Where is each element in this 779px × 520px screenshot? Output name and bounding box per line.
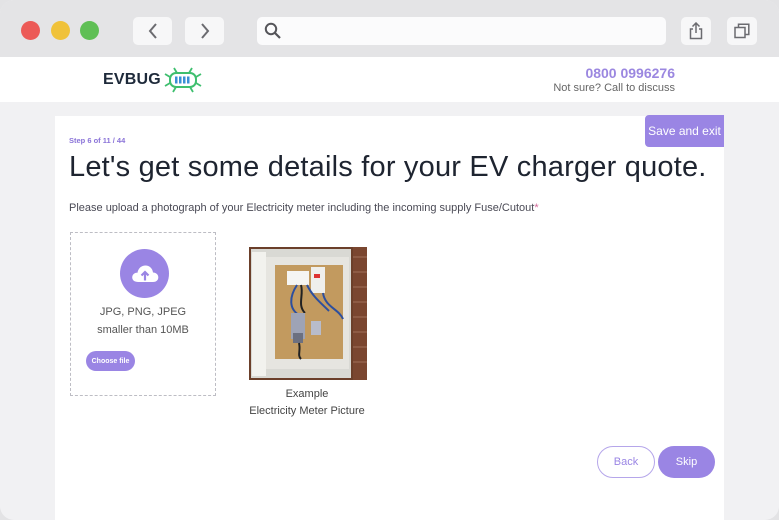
chevron-left-icon [148,23,157,39]
example-caption-line1: Example [285,388,329,400]
required-marker: * [534,202,539,214]
logo-text: EVBUG [103,71,161,88]
upload-instruction: Please upload a photograph of your Elect… [69,202,539,214]
share-button[interactable] [681,17,711,45]
back-button[interactable]: Back [597,446,655,478]
close-window-button[interactable] [21,21,40,40]
tabs-button[interactable] [727,17,757,45]
maximize-window-button[interactable] [80,21,99,40]
search-icon [264,22,281,39]
tabs-icon [734,23,750,39]
minimize-window-button[interactable] [51,21,70,40]
browser-window: EVBUG 0800 0996276 Not sure? Call to dis… [0,0,779,520]
phone-number-link[interactable]: 0800 0996276 [553,65,675,81]
phone-contact: 0800 0996276 Not sure? Call to discuss [553,65,675,95]
bug-battery-icon [164,67,202,93]
skip-button[interactable]: Skip [658,446,715,478]
save-and-exit-button[interactable]: Save and exit [645,115,724,147]
instruction-text: Please upload a photograph of your Elect… [69,202,535,214]
choose-file-button[interactable]: Choose file [86,351,135,371]
browser-toolbar [0,0,779,57]
share-icon [689,22,703,40]
site-header: EVBUG 0800 0996276 Not sure? Call to dis… [0,57,779,102]
example-caption-line2: Electricity Meter Picture [249,405,365,417]
address-bar[interactable] [257,17,666,45]
browser-back-button[interactable] [133,17,172,45]
evbug-logo[interactable]: EVBUG [103,65,204,95]
chevron-right-icon [200,23,209,39]
upload-dropzone[interactable]: JPG, PNG, JPEG smaller than 10MB Choose … [70,232,216,396]
cloud-upload-icon [120,249,169,298]
example-meter-image [249,247,367,380]
phone-subtext: Not sure? Call to discuss [553,82,675,94]
accepted-formats: JPG, PNG, JPEG [99,306,187,318]
step-indicator: Step 6 of 11 / 44 [69,136,126,145]
cloud-upload-glyph [131,265,158,282]
browser-forward-button[interactable] [185,17,224,45]
size-limit: smaller than 10MB [97,324,189,336]
page-title: Let's get some details for your EV charg… [69,151,707,183]
